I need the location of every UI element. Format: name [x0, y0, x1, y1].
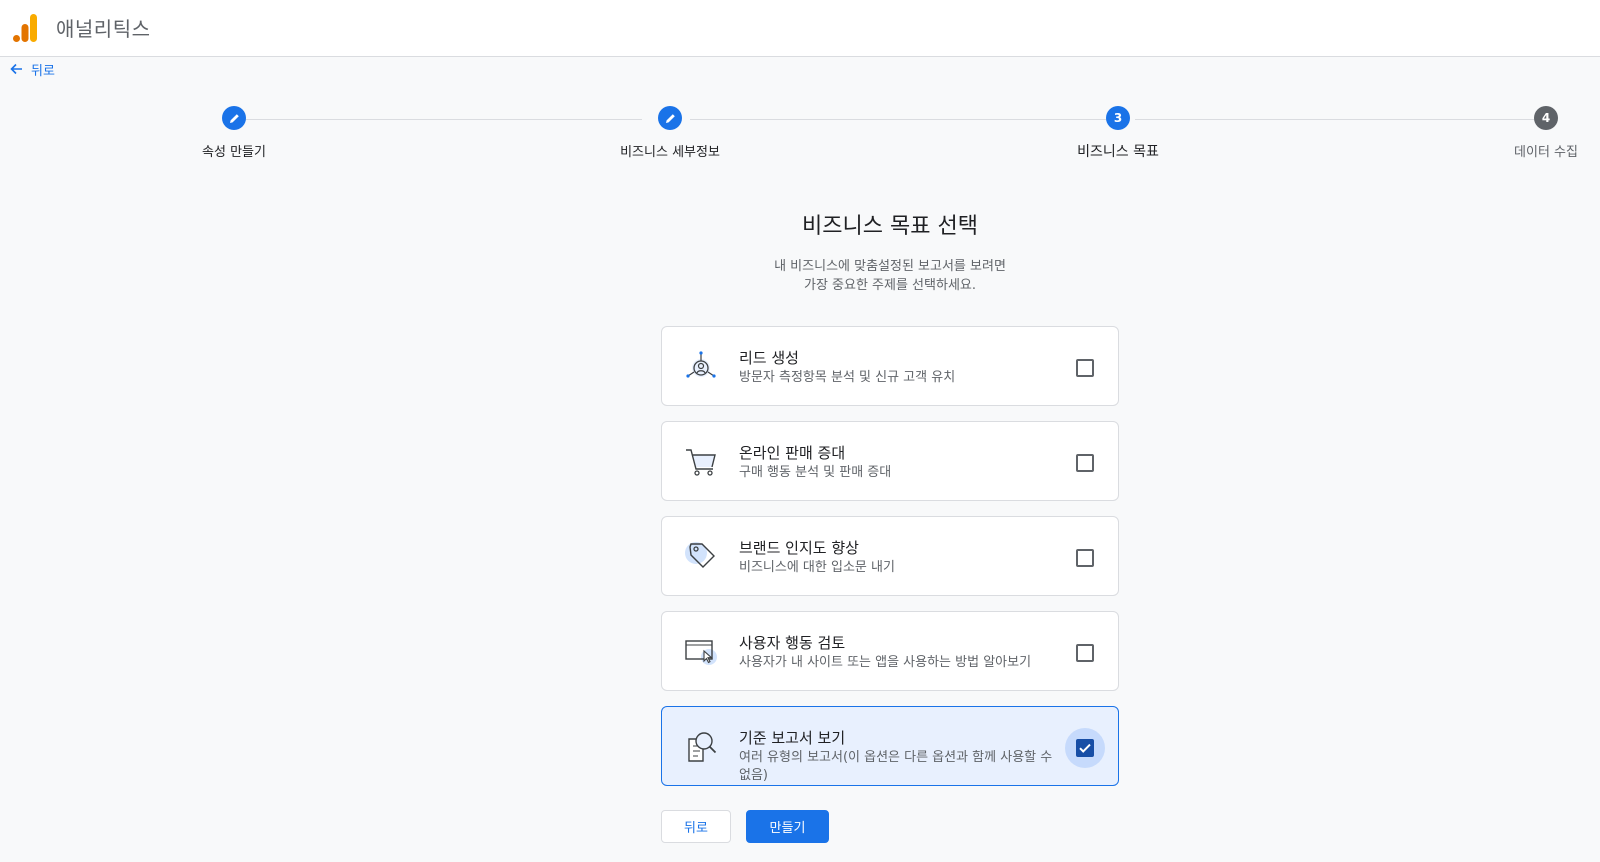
subtitle-line: 내 비즈니스에 맞춤설정된 보고서를 보려면 [774, 259, 1006, 274]
back-link[interactable]: 뒤로 [9, 60, 55, 79]
screen-cursor-icon [685, 640, 717, 665]
analytics-logo-icon[interactable] [13, 14, 39, 42]
report-search-icon [688, 732, 717, 762]
check-icon [1079, 743, 1091, 753]
option-checkbox[interactable] [1076, 644, 1094, 662]
step-label: 비즈니스 세부정보 [620, 145, 720, 160]
option-online-sales[interactable]: 온라인 판매 증대 구매 행동 분석 및 판매 증대 [661, 421, 1119, 501]
option-title: 리드 생성 [739, 349, 799, 367]
option-description: 구매 행동 분석 및 판매 증대 [739, 465, 892, 480]
option-baseline-reports[interactable]: 기준 보고서 보기 여러 유형의 보고서(이 옵션은 다른 옵션과 함께 사용할… [661, 706, 1119, 786]
option-title: 온라인 판매 증대 [739, 444, 846, 462]
create-button[interactable]: 만들기 [746, 810, 829, 843]
option-user-behavior[interactable]: 사용자 행동 검토 사용자가 내 사이트 또는 앱을 사용하는 방법 알아보기 [661, 611, 1119, 691]
back-link-label: 뒤로 [31, 63, 55, 79]
page-title: 비즈니스 목표 선택 [802, 214, 978, 239]
goal-options-list: 리드 생성 방문자 측정항목 분석 및 신규 고객 유치 온라인 판매 증대 구… [661, 326, 1119, 801]
option-description: 사용자가 내 사이트 또는 앱을 사용하는 방법 알아보기 [739, 655, 1032, 670]
step-number-badge: 3 [1106, 106, 1130, 130]
step-label: 데이터 수집 [1514, 145, 1578, 160]
option-title: 사용자 행동 검토 [739, 634, 846, 652]
app-title: 애널리틱스 [56, 17, 151, 41]
step-business-goals: 3 비즈니스 목표 [1018, 106, 1218, 161]
back-button[interactable]: 뒤로 [661, 810, 731, 843]
option-description: 여러 유형의 보고서(이 옵션은 다른 옵션과 함께 사용할 수 없음) [739, 750, 1053, 783]
tag-icon [685, 542, 715, 568]
option-title: 기준 보고서 보기 [739, 729, 846, 747]
option-description: 비즈니스에 대한 입소문 내기 [739, 560, 895, 575]
option-checkbox[interactable] [1076, 359, 1094, 377]
progress-stepper: 속성 만들기 비즈니스 세부정보 3 비즈니스 목표 4 데이터 수집 [0, 106, 1600, 166]
option-checkbox[interactable] [1076, 739, 1094, 757]
lead-target-icon [686, 351, 716, 378]
option-brand-awareness[interactable]: 브랜드 인지도 향상 비즈니스에 대한 입소문 내기 [661, 516, 1119, 596]
edit-icon [665, 113, 675, 123]
option-description: 방문자 측정항목 분석 및 신규 고객 유치 [739, 370, 956, 385]
edit-icon [229, 113, 239, 123]
step-label: 속성 만들기 [202, 145, 266, 160]
step-number-badge: 4 [1534, 106, 1558, 130]
arrow-back-icon [10, 63, 22, 75]
footer-actions: 뒤로 만들기 [661, 810, 829, 843]
step-label: 비즈니스 목표 [1077, 144, 1159, 160]
step-create-property[interactable]: 속성 만들기 [134, 106, 334, 160]
option-lead-generation[interactable]: 리드 생성 방문자 측정항목 분석 및 신규 고객 유치 [661, 326, 1119, 406]
step-data-collection: 4 데이터 수집 [1446, 106, 1600, 160]
page-subtitle: 내 비즈니스에 맞춤설정된 보고서를 보려면 가장 중요한 주제를 선택하세요. [0, 257, 1600, 295]
step-done-badge [222, 106, 246, 130]
option-checkbox[interactable] [1076, 549, 1094, 567]
shopping-cart-icon [686, 449, 716, 476]
subtitle-line: 가장 중요한 주제를 선택하세요. [803, 278, 976, 293]
step-done-badge [658, 106, 682, 130]
option-checkbox[interactable] [1076, 454, 1094, 472]
option-title: 브랜드 인지도 향상 [739, 539, 859, 557]
top-app-bar: 애널리틱스 [0, 0, 1600, 57]
step-business-details[interactable]: 비즈니스 세부정보 [570, 106, 770, 160]
